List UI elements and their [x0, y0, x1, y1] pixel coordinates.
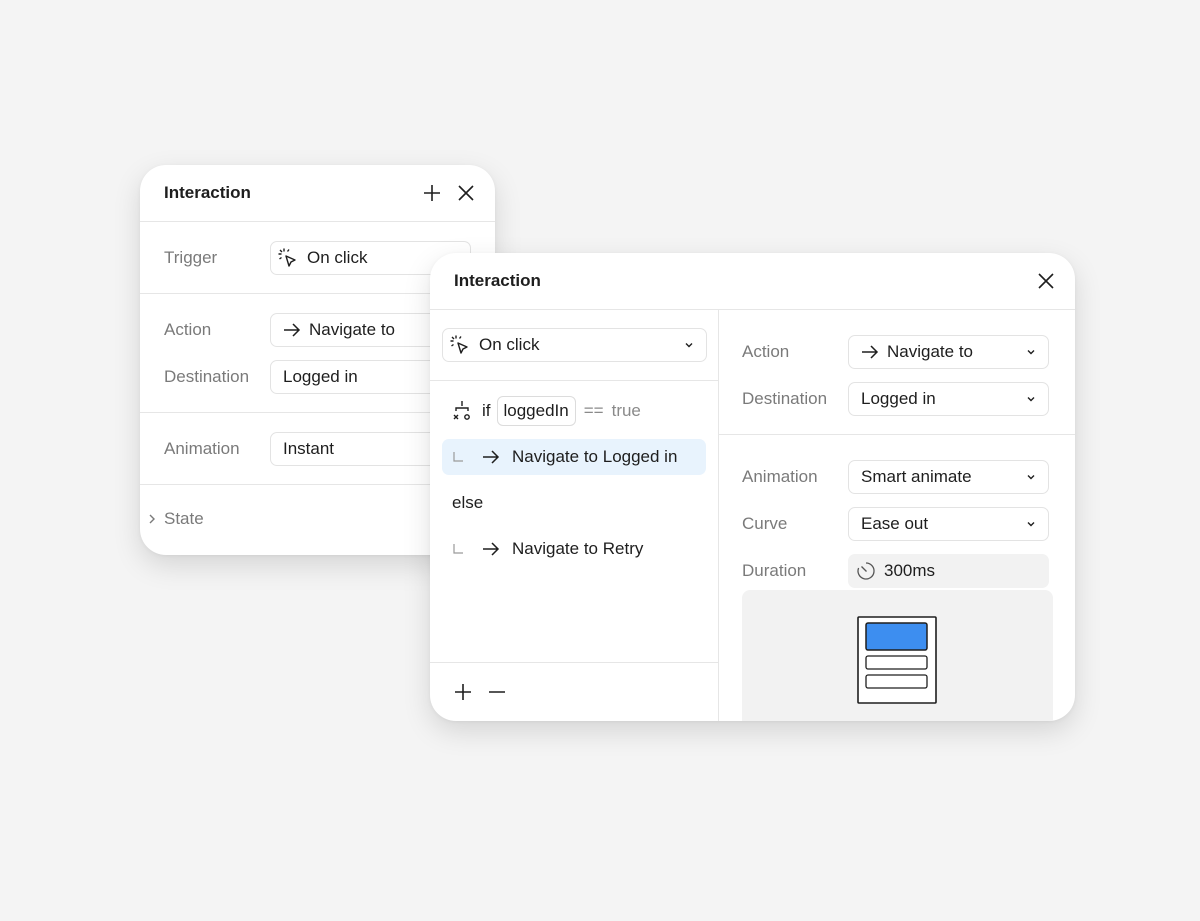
plus-icon[interactable]	[415, 176, 449, 210]
action-label: Action	[742, 341, 790, 361]
operator: ==	[583, 401, 604, 420]
chevron-down-icon	[1026, 520, 1036, 528]
chevron-down-icon	[1026, 473, 1036, 481]
preview-frame-icon	[856, 616, 937, 704]
action-label: Action	[164, 319, 212, 339]
compare-value[interactable]: true	[612, 401, 641, 421]
arrow-right-icon	[283, 322, 301, 337]
if-keyword: if	[482, 401, 491, 420]
panel-title: Interaction	[454, 271, 541, 290]
else-keyword: else	[452, 493, 484, 512]
panel-header: Interaction	[140, 165, 495, 222]
destination-label: Destination	[164, 366, 250, 386]
trigger-value: On click	[479, 335, 540, 354]
destination-select[interactable]: Logged in	[848, 381, 1049, 416]
chevron-down-icon	[1026, 348, 1036, 356]
else-row: else	[442, 485, 706, 521]
timer-icon	[856, 561, 876, 581]
action-select[interactable]: Navigate to	[848, 334, 1049, 369]
animation-label: Animation	[164, 438, 240, 458]
variable-chip[interactable]: loggedIn	[496, 396, 576, 426]
duration-label: Duration	[742, 560, 807, 580]
action-value: Navigate to	[887, 341, 973, 361]
chevron-down-icon	[684, 341, 694, 349]
animation-value: Smart animate	[861, 466, 972, 486]
tree-corner-icon	[452, 451, 468, 463]
state-label: State	[164, 509, 204, 528]
else-action-row[interactable]: Navigate to Retry	[442, 531, 706, 567]
properties-column: Action Navigate to Destination Logged in…	[719, 310, 1075, 721]
else-action: Navigate to Retry	[512, 539, 643, 559]
interaction-panel-front: Interaction On click if loggedIn == true…	[430, 253, 1075, 721]
destination-value: Logged in	[861, 388, 936, 408]
logic-column: On click if loggedIn == true Navigate to…	[430, 310, 719, 721]
trigger-label: Trigger	[164, 247, 218, 267]
curve-label: Curve	[742, 513, 788, 533]
curve-select[interactable]: Ease out	[848, 506, 1049, 541]
animation-label: Animation	[742, 466, 818, 486]
then-action-label: Navigate to	[512, 447, 598, 466]
panel-header: Interaction	[430, 253, 1075, 310]
close-icon[interactable]	[449, 176, 483, 210]
arrow-right-icon	[482, 450, 500, 464]
panel-title: Interaction	[164, 183, 251, 202]
action-section: Action Navigate to Destination Logged in	[719, 310, 1075, 435]
conditional-logic: if loggedIn == true Navigate to Logged i…	[430, 381, 718, 567]
click-cursor-icon	[449, 334, 471, 356]
duration-value: 300ms	[884, 560, 936, 580]
curve-value: Ease out	[861, 513, 929, 533]
duration-input[interactable]: 300ms	[848, 553, 1049, 588]
arrow-right-icon	[482, 542, 500, 556]
chevron-down-icon	[1026, 395, 1036, 403]
animation-preview	[742, 590, 1053, 721]
else-action-label: Navigate to	[512, 539, 598, 558]
animation-select[interactable]: Smart animate	[848, 459, 1049, 494]
conditional-branch-icon	[452, 400, 472, 422]
minus-icon[interactable]	[480, 675, 514, 709]
chevron-right-icon	[148, 514, 156, 524]
plus-icon[interactable]	[446, 675, 480, 709]
then-action-row[interactable]: Navigate to Logged in	[442, 439, 706, 475]
then-action: Navigate to Logged in	[512, 447, 677, 467]
tree-corner-icon	[452, 543, 468, 555]
then-destination: Logged in	[602, 447, 678, 466]
destination-label: Destination	[742, 388, 828, 408]
arrow-right-icon	[861, 344, 879, 359]
if-condition-row[interactable]: if loggedIn == true	[442, 393, 706, 429]
close-icon[interactable]	[1029, 264, 1063, 298]
logic-footer	[430, 662, 718, 721]
trigger-section: On click	[430, 310, 718, 381]
else-destination: Retry	[602, 539, 644, 558]
click-cursor-icon	[277, 247, 299, 269]
trigger-select[interactable]: On click	[442, 328, 707, 362]
animation-section: Animation Smart animate Curve Ease out D…	[719, 435, 1075, 594]
